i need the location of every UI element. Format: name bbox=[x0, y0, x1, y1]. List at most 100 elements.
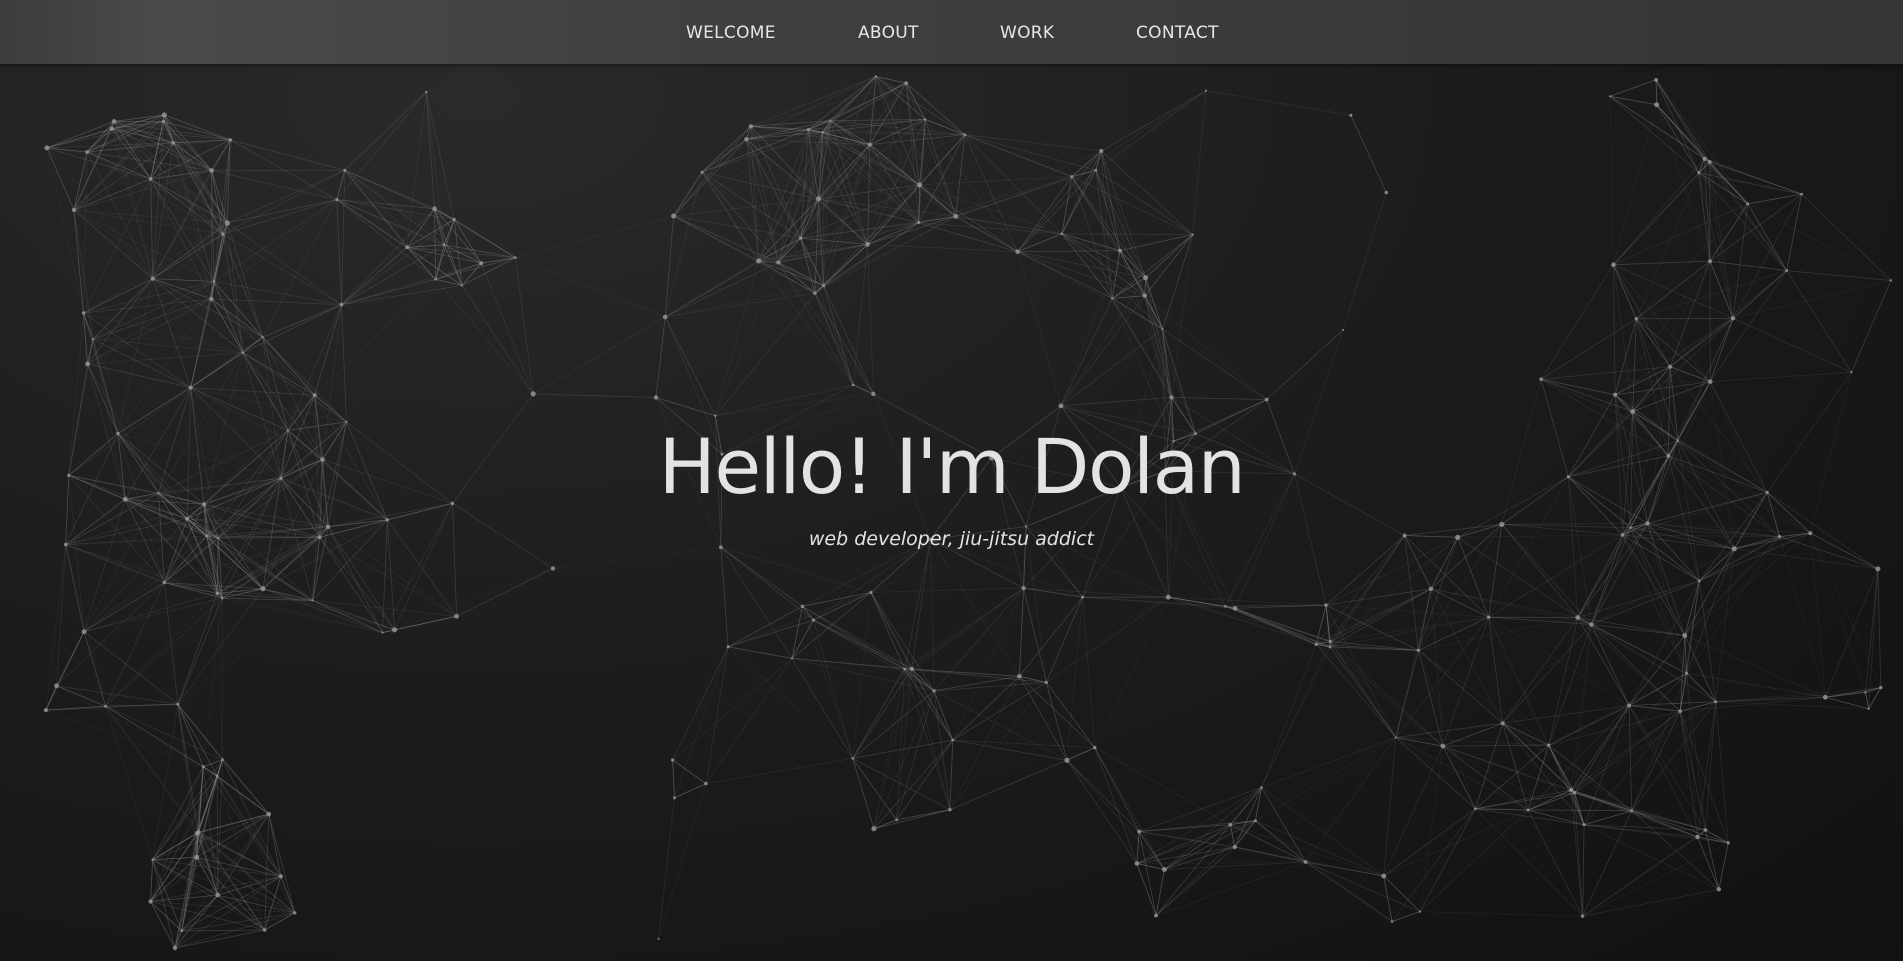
network-node bbox=[1137, 829, 1142, 834]
network-node bbox=[1381, 873, 1387, 879]
network-line bbox=[1709, 270, 1788, 382]
network-line bbox=[673, 171, 703, 217]
network-line bbox=[746, 138, 868, 245]
network-line bbox=[1442, 617, 1490, 747]
network-line bbox=[664, 260, 759, 318]
network-line bbox=[346, 279, 436, 423]
network-line bbox=[672, 646, 729, 761]
network-node bbox=[869, 590, 873, 595]
network-line bbox=[1636, 270, 1787, 320]
network-line bbox=[1851, 280, 1892, 373]
network-node bbox=[1879, 685, 1883, 690]
network-line bbox=[1045, 682, 1068, 761]
network-line bbox=[264, 814, 270, 931]
network-line bbox=[341, 219, 455, 305]
network-node bbox=[172, 945, 178, 951]
network-node bbox=[260, 586, 266, 592]
network-line bbox=[955, 134, 966, 217]
network-node bbox=[1707, 160, 1712, 164]
network-node bbox=[1645, 521, 1650, 526]
network-line bbox=[56, 685, 106, 707]
network-line bbox=[480, 263, 534, 395]
network-line bbox=[150, 178, 154, 279]
network-node bbox=[871, 391, 876, 397]
nav-link-contact[interactable]: CONTACT bbox=[1136, 0, 1219, 64]
network-line bbox=[83, 278, 153, 314]
nav-link-about[interactable]: ABOUT bbox=[858, 0, 919, 64]
network-node bbox=[1093, 745, 1097, 750]
network-line bbox=[1709, 193, 1802, 262]
network-line bbox=[655, 316, 666, 398]
network-line bbox=[1591, 580, 1700, 625]
network-line bbox=[1329, 588, 1432, 648]
network-node bbox=[953, 213, 959, 219]
network-node bbox=[339, 302, 344, 307]
network-node bbox=[662, 314, 668, 320]
network-node bbox=[194, 830, 200, 836]
network-node bbox=[1394, 736, 1397, 739]
network-line bbox=[1686, 548, 1735, 674]
network-line bbox=[1865, 568, 1879, 693]
network-line bbox=[1019, 676, 1096, 748]
network-node bbox=[1428, 586, 1434, 591]
network-line bbox=[1316, 588, 1432, 645]
network-node bbox=[343, 168, 347, 172]
network-node bbox=[1142, 293, 1148, 298]
network-node bbox=[1070, 175, 1074, 179]
network-node bbox=[1716, 887, 1722, 892]
network-line bbox=[955, 216, 1121, 251]
network-line bbox=[1060, 298, 1113, 407]
network-node bbox=[1342, 328, 1344, 331]
network-line bbox=[1631, 810, 1729, 844]
network-node bbox=[54, 683, 59, 689]
network-node bbox=[85, 150, 89, 154]
network-node bbox=[865, 242, 870, 247]
network-line bbox=[658, 797, 675, 939]
network-line bbox=[1613, 104, 1657, 265]
network-line bbox=[1541, 366, 1671, 380]
network-line bbox=[823, 285, 854, 386]
network-line bbox=[1540, 264, 1614, 380]
nav-link-work[interactable]: WORK bbox=[1000, 0, 1054, 64]
network-line bbox=[1095, 169, 1146, 296]
network-line bbox=[1684, 580, 1700, 636]
network-line bbox=[1577, 617, 1681, 712]
network-line bbox=[870, 592, 905, 670]
network-line bbox=[533, 393, 657, 398]
network-line bbox=[1636, 203, 1749, 320]
network-line bbox=[152, 859, 176, 949]
network-line bbox=[177, 593, 218, 705]
network-line bbox=[1655, 79, 1705, 160]
network-line bbox=[1655, 79, 1700, 173]
network-line bbox=[918, 119, 926, 223]
network-node bbox=[201, 765, 205, 769]
network-node bbox=[104, 704, 107, 708]
network-node bbox=[221, 232, 225, 236]
network-node bbox=[432, 206, 437, 211]
network-node bbox=[452, 217, 456, 221]
network-line bbox=[341, 244, 445, 305]
network-line bbox=[728, 646, 793, 659]
network-line bbox=[105, 582, 165, 707]
network-node bbox=[1064, 757, 1070, 763]
nav-link-welcome[interactable]: WELCOME bbox=[686, 0, 776, 64]
network-node bbox=[821, 131, 824, 134]
network-line bbox=[1747, 193, 1802, 205]
network-node bbox=[180, 929, 184, 933]
network-line bbox=[1383, 737, 1397, 877]
network-node bbox=[1169, 395, 1174, 400]
network-line bbox=[1305, 737, 1397, 863]
network-line bbox=[1305, 861, 1384, 877]
network-line bbox=[1094, 747, 1138, 864]
network-node bbox=[71, 207, 76, 213]
network-node bbox=[1260, 786, 1263, 789]
network-line bbox=[1628, 705, 1633, 811]
network-node bbox=[1630, 409, 1636, 414]
network-line bbox=[382, 503, 453, 633]
network-line bbox=[230, 139, 345, 171]
network-line bbox=[727, 605, 803, 648]
network-line bbox=[344, 169, 482, 264]
network-line bbox=[1305, 861, 1421, 912]
network-node bbox=[1416, 648, 1420, 652]
network-node bbox=[261, 336, 264, 339]
